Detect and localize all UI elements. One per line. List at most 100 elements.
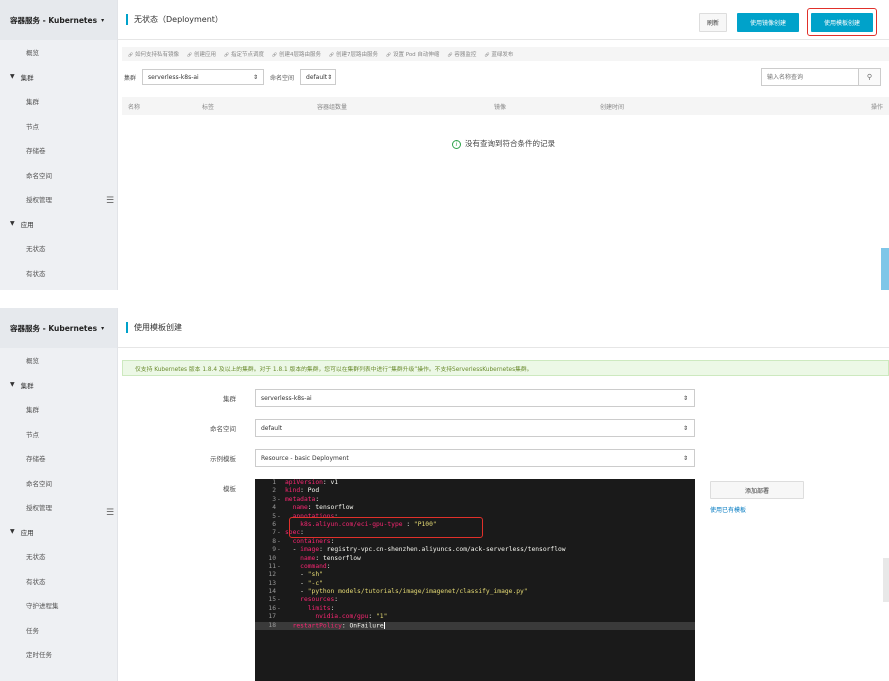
- namespace-filter-label: 命名空间: [270, 74, 295, 82]
- sidebar-item[interactable]: 任务: [0, 618, 117, 643]
- cluster-select[interactable]: serverless-k8s-ai ⇕: [255, 389, 695, 407]
- code-token: :: [322, 479, 331, 486]
- sidebar-item[interactable]: 授权管理: [0, 187, 117, 212]
- code-text: spec:: [285, 529, 304, 537]
- help-link[interactable]: 创建7层路由服务: [329, 50, 378, 58]
- line-number: 5: [272, 512, 276, 520]
- sidebar-group[interactable]: ▼ 应用: [0, 520, 117, 545]
- sidebar-item[interactable]: 定时任务: [0, 642, 117, 667]
- sidebar-item[interactable]: 授权管理: [0, 495, 117, 520]
- edge-floating-tab[interactable]: [881, 248, 889, 290]
- deployment-list-panel: 容器服务 - Kubernetes ▾ 概览 ▼ 集群 集群 节点 存储卷 命名空间 授权管理…: [0, 0, 889, 290]
- fold-marker[interactable]: -: [277, 596, 281, 604]
- fold-marker[interactable]: -: [277, 538, 281, 546]
- line-number: 2: [272, 487, 276, 495]
- help-link[interactable]: 指定节点调度: [224, 50, 264, 58]
- column-header-labels: 标签: [202, 104, 215, 111]
- fold-marker[interactable]: -: [277, 605, 281, 613]
- code-token: -: [285, 546, 301, 554]
- code-token: annotations: [292, 512, 335, 520]
- sidebar-item[interactable]: 节点: [0, 422, 117, 447]
- search-box: ⚲: [761, 68, 881, 86]
- sidebar-item-label: 命名空间: [26, 479, 52, 488]
- code-line: 8- containers:: [255, 538, 695, 546]
- sidebar-item[interactable]: 概览: [0, 40, 117, 65]
- search-input[interactable]: [762, 69, 858, 85]
- cluster-filter-label: 集群: [124, 74, 137, 82]
- help-link[interactable]: 创建4层路由服务: [272, 50, 321, 58]
- sidebar-item[interactable]: 有状态: [0, 569, 117, 594]
- create-from-image-button[interactable]: 使用镜像创建: [737, 13, 799, 32]
- code-text: - image: registry-vpc.cn-shenzhen.aliyun…: [285, 546, 566, 554]
- sidebar-item-label: 无状态: [26, 245, 46, 254]
- sidebar-item-label: 概览: [26, 49, 39, 58]
- fold-marker[interactable]: -: [277, 513, 281, 521]
- sidebar-item[interactable]: 节点: [0, 114, 117, 139]
- line-number: 13: [268, 579, 276, 587]
- sidebar-item[interactable]: 命名空间: [0, 471, 117, 496]
- line-number: 10: [268, 554, 276, 562]
- namespace-select[interactable]: default ⇕: [300, 69, 337, 85]
- code-token: -: [285, 571, 308, 579]
- sidebar-product-menu[interactable]: 容器服务 - Kubernetes ▾: [0, 0, 117, 40]
- fold-marker[interactable]: -: [277, 529, 281, 537]
- search-icon[interactable]: ⚲: [858, 69, 880, 85]
- code-token: containers: [292, 537, 331, 545]
- sidebar-item[interactable]: 存储卷: [0, 446, 117, 471]
- code-token: spec: [285, 529, 301, 537]
- cluster-select[interactable]: serverless-k8s-ai ⇕: [142, 69, 265, 85]
- collapse-sidebar-icon[interactable]: ☰: [106, 196, 116, 206]
- sidebar-item[interactable]: 有状态: [0, 261, 117, 286]
- line-number: 16: [268, 604, 276, 612]
- create-from-template-button[interactable]: 使用模板创建: [811, 13, 873, 32]
- line-number: 9: [272, 546, 276, 554]
- table-header: 名称 标签 容器组数量 镜像 创建时间 操作: [122, 97, 889, 115]
- code-token: :: [330, 537, 335, 545]
- sidebar-item[interactable]: 守护进程集: [0, 593, 117, 618]
- help-link[interactable]: 蓝绿发布: [484, 50, 513, 58]
- help-link[interactable]: 创建应用: [187, 50, 216, 58]
- sidebar: 容器服务 - Kubernetes ▾ 概览 ▼ 集群 集群 节点 存储卷命名空间授权管理…: [0, 308, 118, 681]
- fold-marker[interactable]: -: [277, 496, 281, 504]
- sidebar-item[interactable]: 概览: [0, 348, 117, 373]
- fold-marker[interactable]: -: [277, 563, 281, 571]
- namespace-select[interactable]: default ⇕: [255, 419, 695, 437]
- sidebar-item[interactable]: 集群: [0, 397, 117, 422]
- sidebar-group[interactable]: ▼ 集群: [0, 373, 117, 398]
- code-line: 13 - "-c": [255, 580, 695, 588]
- help-link[interactable]: 如何支持私有镜像: [128, 50, 179, 58]
- sidebar-item[interactable]: 集群: [0, 89, 117, 114]
- cluster-label: 集群: [223, 395, 236, 403]
- help-link[interactable]: 容器监控: [447, 50, 476, 58]
- column-header-actions: 操作: [870, 104, 883, 111]
- refresh-button[interactable]: 刷新: [699, 13, 727, 32]
- namespace-select-value: default: [306, 73, 328, 81]
- info-icon: i: [452, 140, 461, 149]
- select-arrows-icon: ⇕: [682, 454, 688, 462]
- code-token: :: [368, 613, 377, 621]
- sidebar-group[interactable]: ▼ 集群: [0, 65, 117, 90]
- sidebar-group[interactable]: ▼ 应用: [0, 212, 117, 237]
- sidebar-item[interactable]: 命名空间: [0, 163, 117, 188]
- fold-marker[interactable]: -: [277, 546, 281, 554]
- code-token: Pod: [307, 487, 320, 495]
- sidebar-item[interactable]: 无状态: [0, 236, 117, 261]
- sidebar-item-label: 集群: [26, 98, 39, 107]
- sidebar-item[interactable]: 无状态: [0, 544, 117, 569]
- help-link[interactable]: 设置 Pod 自动伸缩: [386, 50, 439, 58]
- add-deployment-button[interactable]: 添加部署: [710, 481, 804, 499]
- sample-template-select[interactable]: Resource - basic Deployment ⇕: [255, 449, 695, 467]
- sidebar-item-label: 有状态: [26, 577, 46, 586]
- yaml-code-editor[interactable]: 1 apiVersion: v1 2 kind: Pod 3- metadata: 4 na…: [255, 479, 695, 681]
- collapse-sidebar-icon[interactable]: ☰: [106, 508, 116, 518]
- column-header-created: 创建时间: [600, 104, 625, 111]
- code-text: command:: [285, 563, 330, 571]
- sidebar-product-menu[interactable]: 容器服务 - Kubernetes ▾: [0, 308, 117, 348]
- use-existing-template-link[interactable]: 使用已有模板: [710, 505, 746, 514]
- line-number: 6: [272, 520, 276, 528]
- sidebar-item[interactable]: 存储卷: [0, 138, 117, 163]
- code-text: annotations:: [285, 512, 339, 521]
